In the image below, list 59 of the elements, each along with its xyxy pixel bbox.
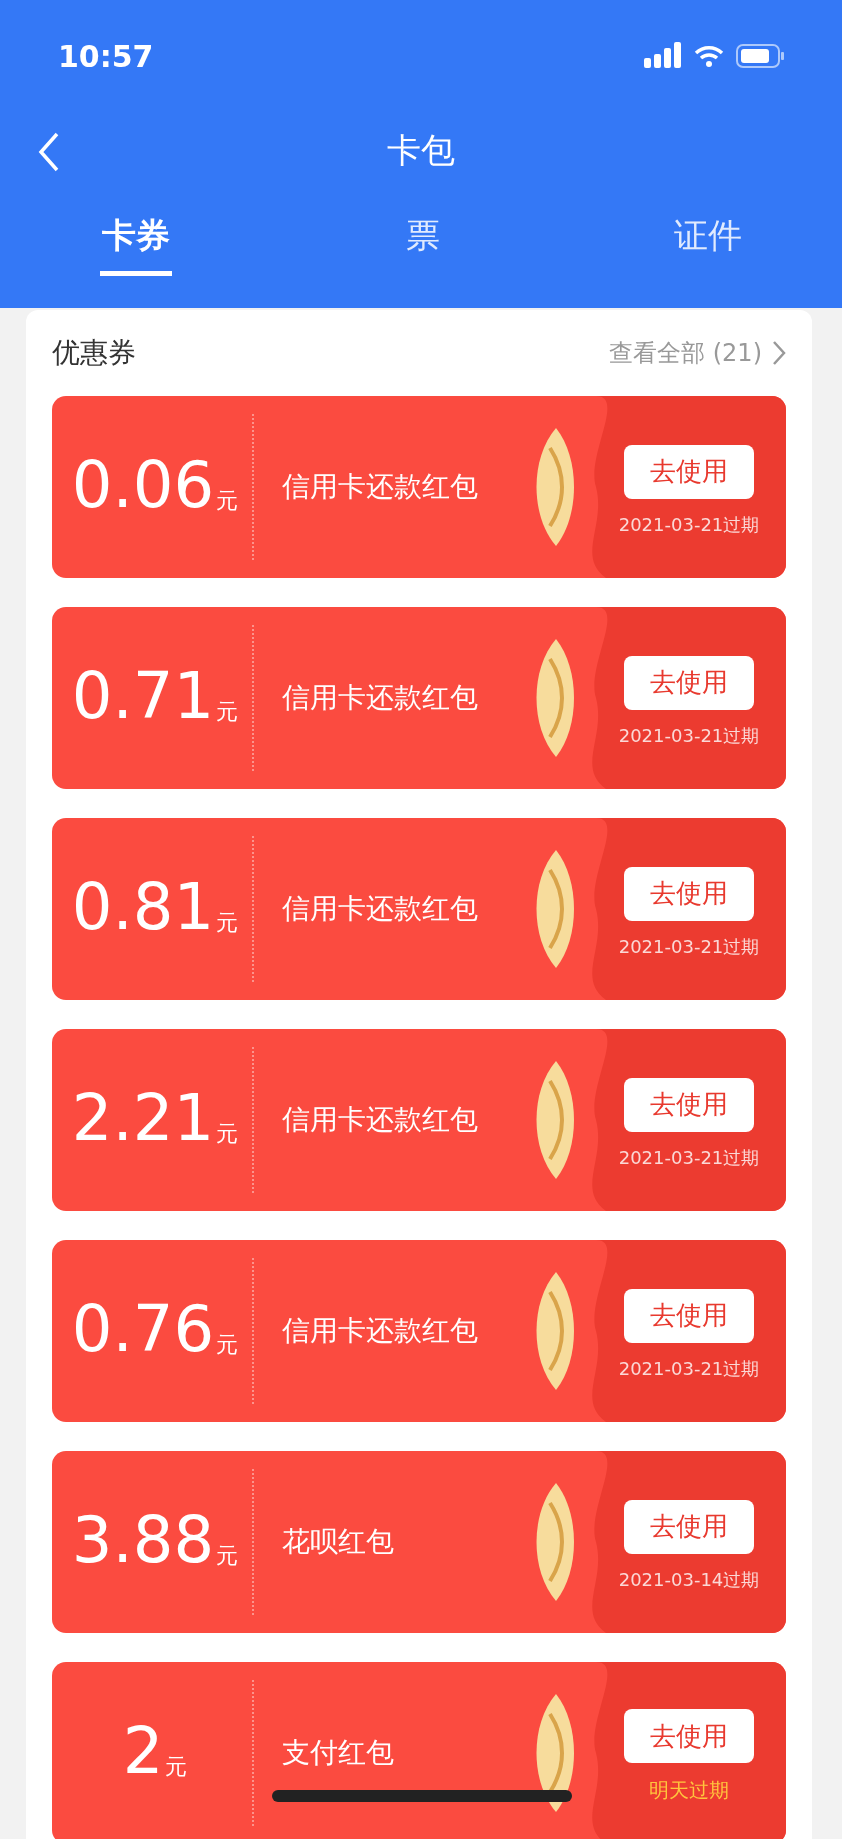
currency-unit: 元: [216, 1120, 239, 1148]
coupon-card[interactable]: 0.76 元 信用卡还款红包 去使用 2021-03-21过期: [52, 1240, 786, 1422]
use-button[interactable]: 去使用: [624, 444, 754, 499]
amount: 0.76: [71, 1297, 215, 1361]
use-button[interactable]: 去使用: [624, 1709, 754, 1763]
use-button[interactable]: 去使用: [624, 655, 754, 710]
expiry-date: 2021-03-14过期: [618, 1567, 760, 1592]
coupon-name: 信用卡还款红包: [282, 1102, 479, 1138]
expiry-date: 明天过期: [649, 1777, 729, 1804]
expiry-date: 2021-03-21过期: [618, 1356, 760, 1381]
status-time: 10:57: [58, 37, 154, 76]
amount: 0.71: [71, 664, 215, 728]
expiry-date: 2021-03-21过期: [618, 934, 760, 959]
tab[interactable]: 证件: [674, 210, 742, 276]
expiry-date: 2021-03-21过期: [618, 512, 760, 537]
currency-unit: 元: [216, 698, 239, 726]
currency-unit: 元: [216, 487, 239, 515]
use-button[interactable]: 去使用: [624, 866, 754, 921]
coupon-name: 信用卡还款红包: [282, 680, 479, 716]
coin-icon: [536, 1061, 576, 1179]
coupon-card[interactable]: 2.21 元 信用卡还款红包 去使用 2021-03-21过期: [52, 1029, 786, 1211]
coupon-name: 信用卡还款红包: [282, 1313, 479, 1349]
coupon-card[interactable]: 2 元 支付红包 去使用 明天过期: [52, 1662, 786, 1839]
currency-unit: 元: [216, 909, 239, 937]
coupon-name: 信用卡还款红包: [282, 891, 479, 927]
coupon-name: 花呗红包: [282, 1524, 395, 1560]
use-button[interactable]: 去使用: [624, 1499, 754, 1554]
coin-icon: [536, 1483, 576, 1601]
battery-icon: [736, 44, 784, 68]
chevron-icon: [772, 340, 786, 366]
coin-icon: [536, 1272, 576, 1390]
tab[interactable]: 卡券: [100, 210, 172, 276]
amount: 0.06: [71, 453, 215, 517]
currency-unit: 元: [165, 1753, 188, 1781]
view-all-link[interactable]: 查看全部 (21): [609, 335, 786, 371]
amount: 3.88: [71, 1508, 215, 1572]
coupon-card[interactable]: 3.88 元 花呗红包 去使用 2021-03-14过期: [52, 1451, 786, 1633]
section-title: 优惠券: [52, 335, 136, 371]
currency-unit: 元: [216, 1331, 239, 1359]
coupon-name: 支付红包: [282, 1735, 395, 1771]
use-button[interactable]: 去使用: [624, 1077, 754, 1132]
currency-unit: 元: [216, 1542, 239, 1570]
page-title: 卡包: [387, 128, 455, 172]
expiry-date: 2021-03-21过期: [618, 1145, 760, 1170]
signal-icon: [644, 42, 682, 70]
amount: 2.21: [71, 1086, 215, 1150]
wifi-icon: [694, 44, 724, 68]
tab[interactable]: 票: [406, 210, 440, 276]
coupon-name: 信用卡还款红包: [282, 469, 479, 505]
coupon-card[interactable]: 0.06 元 信用卡还款红包 去使用 2021-03-21过期: [52, 396, 786, 578]
coin-icon: [536, 850, 576, 968]
expiry-date: 2021-03-21过期: [618, 723, 760, 748]
coupon-card[interactable]: 0.81 元 信用卡还款红包 去使用 2021-03-21过期: [52, 818, 786, 1000]
coin-icon: [536, 639, 576, 757]
amount: 2: [122, 1719, 164, 1783]
use-button[interactable]: 去使用: [624, 1288, 754, 1343]
amount: 0.81: [71, 875, 215, 939]
coin-icon: [536, 428, 576, 546]
coupon-card[interactable]: 0.71 元 信用卡还款红包 去使用 2021-03-21过期: [52, 607, 786, 789]
